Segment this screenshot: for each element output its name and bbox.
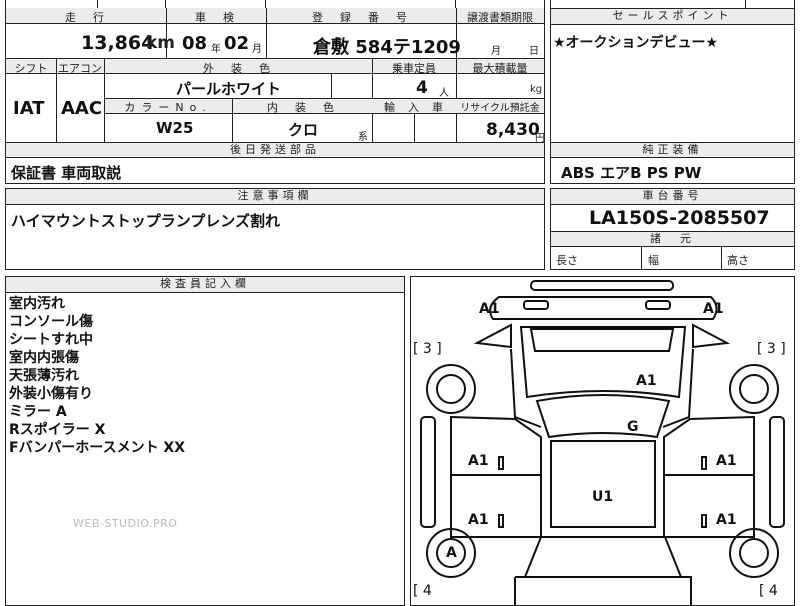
later-parts-panel: 後日発送部品 保証書 車両取説 (5, 142, 545, 184)
genuine-equipment-text: ABS エアB PS PW (561, 164, 702, 182)
car-diagram-panel: A1 A1 [ 3 ] [ 3 ] A1 G A1 A1 U1 A1 A1 A … (410, 276, 795, 606)
mark-roof: G (627, 419, 639, 435)
exterior-color-value: パールホワイト (176, 80, 282, 98)
mark-right-front-door: A1 (716, 453, 737, 469)
aircon-value: AAC (61, 98, 103, 119)
inspector-header: 検査員記入欄 (6, 277, 404, 293)
mark-left-bottom-bracket: [ 4 (413, 583, 432, 599)
watermark: WEB-STUDIO.PRO (73, 517, 178, 530)
mileage-label: 走 行 (65, 11, 107, 24)
sales-point-header: セールスポイント (551, 9, 794, 25)
capacity-unit: 人 (439, 88, 449, 99)
mark-left-front-door: A1 (468, 453, 489, 469)
inspector-line: シートすれ中 (9, 332, 93, 348)
mark-right-bottom-bracket: [ 4 (759, 583, 778, 599)
recycle-value: 8,430 (486, 120, 540, 140)
shift-label: シフト (14, 62, 48, 75)
inspection-month: 02 (224, 33, 250, 54)
inspection-year: 08 (182, 33, 208, 54)
chassis-panel: 車台番号 LA150S-2085507 諸 元 長さ 幅 高さ (550, 188, 795, 270)
dimensions-header: 諸 元 (551, 232, 794, 247)
sales-point-panel: セールスポイント ★オークションデビュー★ (550, 8, 795, 143)
mark-left-rear-door: A1 (468, 512, 489, 528)
interior-color-value: クロ (288, 121, 319, 139)
mileage-unit: km (146, 33, 176, 53)
mark-hood: A1 (636, 373, 657, 389)
mark-right-bracket: [ 3 ] (757, 341, 786, 357)
inspector-line: 外装小傷有り (9, 386, 93, 402)
sales-point-text: ★オークションデビュー★ (553, 35, 719, 51)
capacity-label: 乗車定員 (392, 62, 436, 75)
shift-value: IAT (13, 98, 45, 119)
chassis-number: LA150S-2085507 (589, 207, 770, 229)
spec-table: 走 行 車 検 登 録 番 号 譲渡書類期限 13,864 km 08 年 02… (5, 8, 545, 144)
inspector-line: ミラー A (9, 404, 67, 420)
capacity-value: 4 (416, 78, 428, 98)
mark-right-rear-door: A1 (716, 512, 737, 528)
transfer-label: 譲渡書類期限 (467, 11, 533, 24)
inspector-line: 室内内張傷 (9, 350, 79, 366)
inspector-line: 天張薄汚れ (9, 368, 79, 384)
notes-header: 注意事項欄 (6, 189, 544, 205)
car-diagram (420, 280, 785, 605)
mark-front-left: A1 (479, 301, 500, 317)
inspector-line: コンソール傷 (9, 314, 93, 330)
later-parts-text: 保証書 車両取説 (11, 164, 122, 182)
inspector-line: Rスポイラー X (9, 422, 106, 438)
max-load-unit: kg (530, 84, 543, 95)
genuine-equipment-header: 純正装備 (551, 143, 794, 158)
interior-suffix: 系 (358, 132, 368, 143)
max-load-label: 最大積載量 (472, 62, 528, 75)
recycle-label: リサイクル預託金 (460, 103, 540, 114)
inspection-label: 車 検 (195, 11, 237, 24)
chassis-header: 車台番号 (551, 189, 794, 205)
inspector-line: 室内汚れ (9, 296, 65, 312)
inspector-list: 室内汚れ コンソール傷 シートすれ中 室内内張傷 天張薄汚れ 外装小傷有り ミラ… (9, 295, 185, 457)
color-no-value: W25 (156, 119, 194, 137)
year-unit: 年 (211, 44, 221, 55)
notes-text: ハイマウントストップランプレンズ割れ (11, 212, 280, 230)
mark-center: U1 (592, 489, 614, 505)
width-label: 幅 (648, 254, 659, 267)
registration-label: 登 録 番 号 (312, 11, 410, 24)
notes-panel: 注意事項欄 ハイマウントストップランプレンズ割れ (5, 188, 545, 270)
genuine-equipment-panel: 純正装備 ABS エアB PS PW (550, 142, 795, 184)
transfer-month-unit: 月 (491, 46, 501, 57)
mileage-value: 13,864 (81, 32, 155, 54)
mark-front-right: A1 (703, 301, 724, 317)
aircon-label: エアコン (58, 62, 102, 75)
transfer-day-unit: 日 (529, 46, 539, 57)
inspector-line: Fバンパーホースメント XX (9, 440, 186, 456)
mark-left-rear-wheel: A (446, 545, 457, 561)
month-unit: 月 (252, 44, 262, 55)
inspector-panel: 検査員記入欄 室内汚れ コンソール傷 シートすれ中 室内内張傷 天張薄汚れ 外装… (5, 276, 405, 606)
mark-left-bracket: [ 3 ] (413, 341, 442, 357)
height-label: 高さ (727, 254, 749, 267)
registration-value: 倉敷 584テ1209 (313, 37, 461, 58)
length-label: 長さ (556, 254, 578, 267)
later-parts-header: 後日発送部品 (6, 143, 544, 158)
